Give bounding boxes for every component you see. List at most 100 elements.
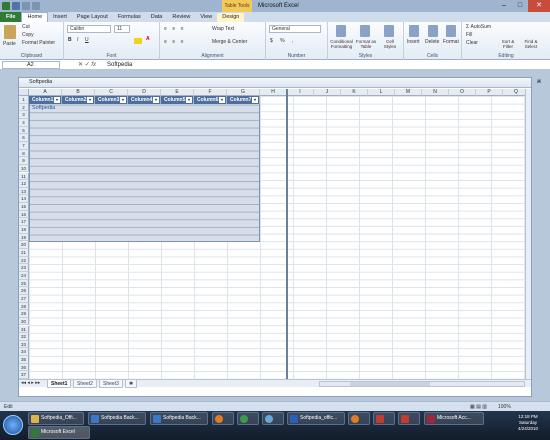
app2-taskbar-button[interactable]	[398, 412, 420, 425]
taskbar-item-softpedia-offic[interactable]: Softpedia_offic...	[287, 412, 345, 425]
tab-page-layout[interactable]: Page Layout	[72, 13, 113, 22]
app-taskbar-button[interactable]	[373, 412, 395, 425]
row-header[interactable]: 25	[19, 279, 29, 288]
cell-styles-button[interactable]: Cell Styles	[380, 39, 400, 49]
row-header[interactable]: 7	[19, 141, 29, 150]
taskbar-item-microsoft-access[interactable]: Microsoft Acc...	[424, 412, 484, 425]
column-header[interactable]: N	[422, 89, 449, 96]
chrome-taskbar-button[interactable]	[237, 412, 259, 425]
row-header[interactable]: 33	[19, 340, 29, 349]
underline-button[interactable]: U	[85, 37, 89, 43]
taskbar-item-softpedia-back-1[interactable]: Softpedia Back...	[88, 412, 146, 425]
format-as-table-button[interactable]: Format as Table	[355, 39, 377, 49]
tab-home[interactable]: Home	[21, 12, 49, 22]
sheet-tab-2[interactable]: Sheet2	[73, 380, 97, 388]
row-header[interactable]: 9	[19, 157, 29, 165]
filter-dropdown-icon[interactable]: ▾	[219, 97, 225, 103]
column-header[interactable]: I	[287, 89, 314, 96]
row-header[interactable]: 15	[19, 203, 29, 211]
system-clock[interactable]: 12:18 PM Saturday 4/24/2010	[508, 414, 548, 432]
paste-icon[interactable]	[4, 25, 16, 39]
table-header-cell[interactable]: Column2 ▾	[62, 96, 95, 104]
align-horizontal-icons[interactable]: ≡ ≡ ≡	[164, 39, 186, 45]
sheet-nav-buttons[interactable]: ◂◂ ◂ ▸ ▸▸	[21, 380, 40, 386]
filter-dropdown-icon[interactable]: ▾	[186, 97, 192, 103]
table-header-cell[interactable]: Column4 ▾	[128, 96, 161, 104]
conditional-formatting-button[interactable]: Conditional Formatting	[329, 39, 354, 49]
filter-dropdown-icon[interactable]: ▾	[87, 97, 93, 103]
format-painter-button[interactable]: Format Painter	[22, 40, 55, 46]
autosum-button[interactable]: Σ AutoSum	[466, 24, 491, 30]
column-header[interactable]: G	[227, 89, 260, 96]
row-header[interactable]: 34	[19, 348, 29, 357]
row-header[interactable]: 4	[19, 118, 29, 127]
row-header[interactable]: 16	[19, 210, 29, 219]
row-header[interactable]: 14	[19, 195, 29, 204]
row-header[interactable]: 13	[19, 187, 29, 196]
tab-design[interactable]: Design	[217, 13, 245, 22]
save-icon[interactable]	[12, 2, 20, 10]
row-header[interactable]: 24	[19, 271, 29, 280]
row-header[interactable]: 10	[19, 164, 29, 173]
select-all-corner[interactable]	[19, 89, 29, 96]
row-header[interactable]: 37	[19, 371, 29, 379]
filter-dropdown-icon[interactable]: ▾	[252, 97, 258, 103]
cell-styles-icon[interactable]	[384, 25, 394, 37]
row-header[interactable]: 2	[19, 103, 29, 112]
row-header[interactable]: 32	[19, 333, 29, 341]
row-header[interactable]: 8	[19, 149, 29, 158]
firefox-taskbar-button[interactable]	[212, 412, 234, 425]
wrap-text-button[interactable]: Wrap Text	[212, 26, 234, 32]
filter-dropdown-icon[interactable]: ▾	[153, 97, 159, 103]
font-size-select[interactable]: 11	[114, 25, 130, 33]
column-header[interactable]: B	[62, 89, 95, 96]
taskbar-item-softpedia-back-2[interactable]: Softpedia Back...	[150, 412, 208, 425]
firefox2-taskbar-button[interactable]	[348, 412, 370, 425]
close-button[interactable]: ✕	[528, 0, 550, 12]
align-icons[interactable]: ≡ ≡ ≡	[164, 26, 186, 32]
row-header[interactable]: 36	[19, 363, 29, 372]
row-header[interactable]: 23	[19, 264, 29, 272]
fill-button[interactable]: Fill	[466, 32, 472, 38]
excel-icon[interactable]	[2, 2, 10, 10]
table-header-cell[interactable]: Column3 ▾	[95, 96, 128, 104]
row-header[interactable]: 19	[19, 233, 29, 242]
undo-icon[interactable]	[22, 2, 30, 10]
column-header[interactable]: H	[260, 89, 287, 96]
row-header[interactable]: 20	[19, 241, 29, 249]
row-header[interactable]: 11	[19, 172, 29, 181]
bold-button[interactable]: B	[68, 37, 72, 43]
sheet-tab-1[interactable]: Sheet1	[47, 380, 72, 388]
view-buttons[interactable]: ▦ ▤ ▥	[470, 404, 487, 410]
row-header[interactable]: 12	[19, 180, 29, 188]
row-header[interactable]: 5	[19, 126, 29, 135]
row-header[interactable]: 30	[19, 317, 29, 326]
row-header[interactable]: 29	[19, 310, 29, 318]
table-range[interactable]	[29, 96, 260, 242]
row-header[interactable]: 17	[19, 218, 29, 227]
row-header[interactable]: 26	[19, 287, 29, 295]
row-header[interactable]: 35	[19, 356, 29, 364]
column-header[interactable]: P	[476, 89, 503, 96]
row-header[interactable]: 21	[19, 249, 29, 257]
row-header[interactable]: 28	[19, 302, 29, 311]
paste-button[interactable]: Paste	[3, 41, 16, 47]
number-format-icons[interactable]: $ % ,	[270, 38, 296, 44]
split-bar[interactable]	[286, 89, 288, 379]
minimize-button[interactable]: –	[496, 0, 512, 12]
cut-button[interactable]: Cut	[22, 24, 30, 30]
insert-sheet-icon[interactable]: ✱	[125, 380, 138, 388]
sort-filter-button[interactable]: Sort & Filter	[498, 39, 518, 49]
delete-button[interactable]: Delete	[425, 39, 439, 45]
fx-button[interactable]: fx	[91, 62, 96, 68]
insert-cells-icon[interactable]	[409, 25, 419, 37]
conditional-formatting-icon[interactable]	[336, 25, 346, 37]
wb-close-icon[interactable]: ✕	[537, 79, 542, 85]
column-header[interactable]: A	[29, 89, 62, 96]
insert-button[interactable]: Insert	[407, 39, 420, 45]
formula-input[interactable]: Softpedia	[107, 61, 132, 69]
row-header[interactable]: 18	[19, 226, 29, 234]
column-header[interactable]: D	[128, 89, 161, 96]
font-name-select[interactable]: Calibri	[67, 25, 111, 33]
row-header[interactable]: 3	[19, 111, 29, 119]
